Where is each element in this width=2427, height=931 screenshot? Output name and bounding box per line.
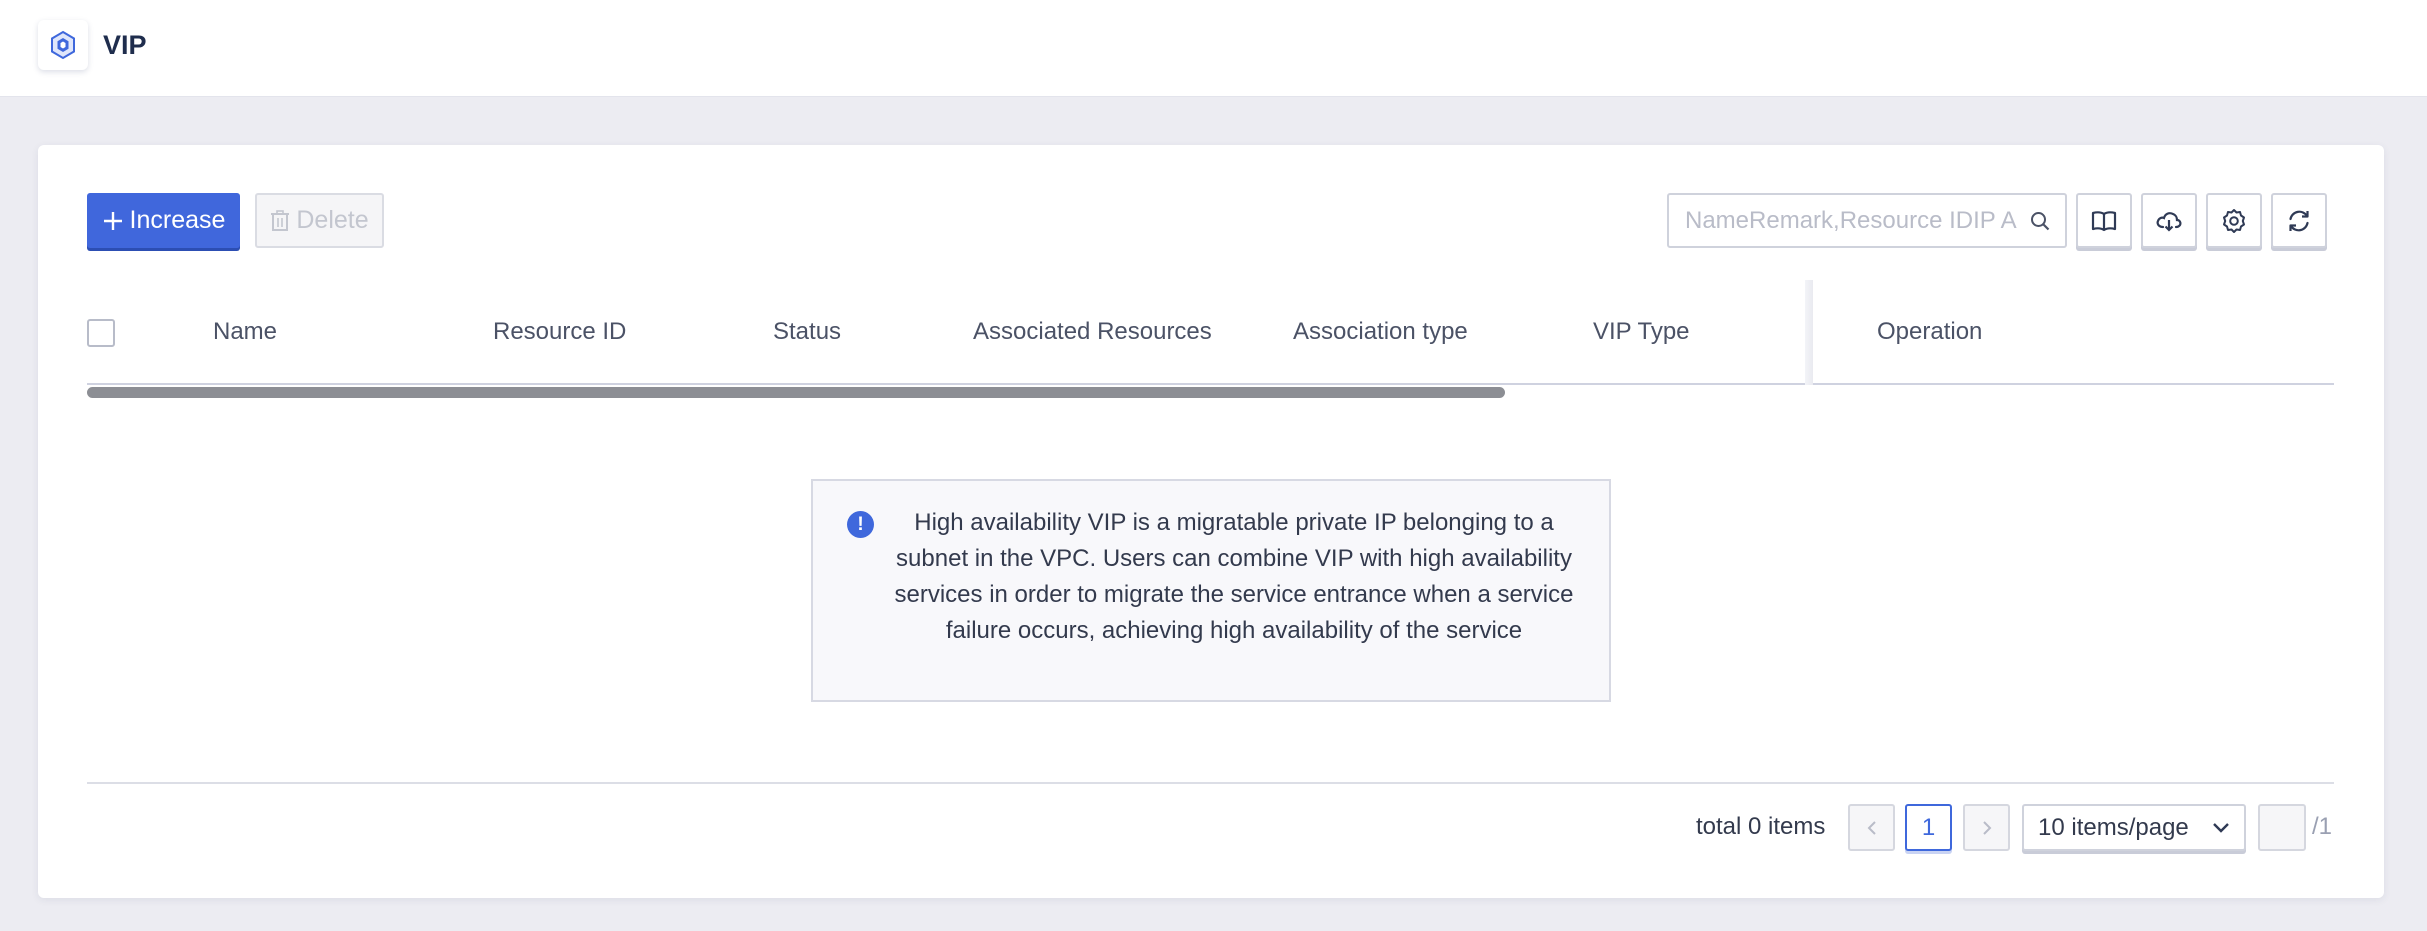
page-title: VIP [103, 30, 147, 60]
plus-icon [103, 211, 122, 230]
column-resource-id[interactable]: Resource ID [493, 318, 626, 346]
operation-column-divider [1805, 280, 1813, 385]
chevron-left-icon [1867, 820, 1876, 835]
table-header: Name Resource ID Status Associated Resou… [87, 280, 2334, 385]
refresh-button[interactable] [2271, 193, 2327, 248]
info-icon: ! [847, 511, 874, 538]
increase-button-label: Increase [129, 206, 226, 234]
chevron-down-icon [2213, 822, 2229, 833]
search-box[interactable] [1667, 193, 2067, 248]
empty-state-info: ! High availability VIP is a migratable … [811, 479, 1611, 702]
increase-button[interactable]: Increase [87, 193, 240, 248]
column-associated-resources[interactable]: Associated Resources [973, 318, 1212, 346]
page-size-value: 10 items/page [2038, 813, 2189, 841]
next-page-button[interactable] [1963, 804, 2010, 851]
search-input[interactable] [1685, 206, 2029, 235]
delete-button[interactable]: Delete [255, 193, 384, 248]
trash-icon [271, 209, 290, 231]
delete-button-label: Delete [296, 206, 369, 234]
page-number-current[interactable]: 1 [1905, 804, 1952, 851]
main-card: Increase Delete NameRemark,Resource IDIP… [38, 145, 2384, 898]
select-all-checkbox[interactable] [87, 319, 115, 347]
total-count: total 0 items [1696, 813, 1826, 840]
docs-button[interactable] [2076, 193, 2132, 248]
search-icon[interactable] [2029, 210, 2051, 232]
gear-icon [2223, 208, 2245, 233]
page-header: VIP [0, 0, 2427, 97]
chevron-right-icon [1982, 820, 1991, 835]
column-status[interactable]: Status [773, 318, 841, 346]
vip-logo-icon [38, 20, 88, 70]
column-vip-type[interactable]: VIP Type [1593, 318, 1690, 346]
footer-divider [87, 782, 2334, 784]
page-size-select[interactable]: 10 items/page [2022, 804, 2246, 851]
cloud-download-icon [2156, 211, 2182, 232]
column-association-type[interactable]: Association type [1293, 318, 1468, 346]
download-button[interactable] [2141, 193, 2197, 248]
empty-state-text: High availability VIP is a migratable pr… [894, 509, 1574, 644]
column-operation: Operation [1877, 318, 1983, 345]
refresh-icon [2289, 210, 2309, 231]
page-jump-input[interactable] [2258, 804, 2306, 851]
horizontal-scrollbar[interactable] [87, 387, 1505, 398]
prev-page-button[interactable] [1848, 804, 1895, 851]
column-name[interactable]: Name [213, 318, 277, 346]
book-icon [2091, 210, 2117, 231]
total-pages: /1 [2312, 813, 2333, 840]
settings-button[interactable] [2206, 193, 2262, 248]
